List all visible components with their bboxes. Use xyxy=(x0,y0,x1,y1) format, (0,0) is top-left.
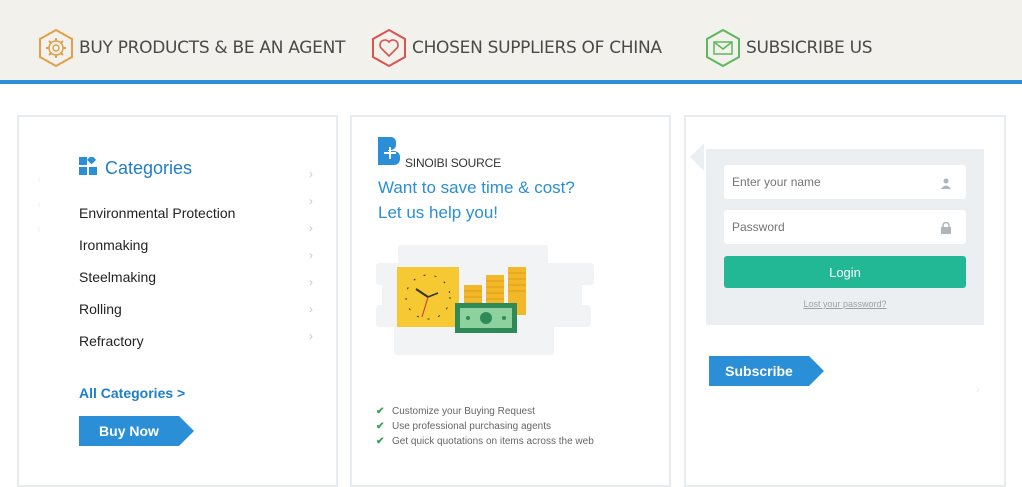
all-categories-link[interactable]: All Categories > xyxy=(79,385,185,401)
sinoibi-logo-icon xyxy=(378,137,400,170)
subscribe-arrow xyxy=(809,356,824,386)
category-label: Environmental Protection xyxy=(79,205,236,221)
ghost-chevron: ‹ xyxy=(37,222,41,236)
feature-list: ✔ Customize your Buying Request ✔ Use prof… xyxy=(376,404,594,449)
category-list: Environmental Protection Ironmaking Stee… xyxy=(79,197,319,357)
feature-text: Customize your Buying Request xyxy=(392,406,535,417)
topbar-buy-products-label: BUY PRODUCTS & BE AN AGENT xyxy=(79,38,346,58)
chevron-right-icon: › xyxy=(309,194,313,208)
categories-panel: ‹ ‹ ‹ Categories Environmental Protectio… xyxy=(17,115,338,487)
subscribe-button[interactable]: Subscribe xyxy=(709,356,809,386)
category-label: Refractory xyxy=(79,333,144,349)
check-icon: ✔ xyxy=(376,406,385,417)
category-label: Steelmaking xyxy=(79,269,157,285)
category-item-steelmaking[interactable]: Steelmaking xyxy=(79,261,319,293)
categories-header: Categories xyxy=(79,155,193,180)
category-item-ironmaking[interactable]: Ironmaking xyxy=(79,229,319,261)
chevron-right-icon: › xyxy=(309,329,313,343)
category-item-rolling[interactable]: Rolling xyxy=(79,293,319,325)
password-input[interactable] xyxy=(724,210,966,244)
chevron-right-icon: › xyxy=(309,275,313,289)
topbar-subscribe-link[interactable]: SUBSICRIBE US xyxy=(704,28,873,68)
topbar-chosen-suppliers-label: CHOSEN SUPPLIERS OF CHINA xyxy=(412,38,662,58)
topbar-chosen-suppliers-link[interactable]: CHOSEN SUPPLIERS OF CHINA xyxy=(370,28,662,68)
user-icon xyxy=(940,176,954,190)
promo-headline: Want to save time & cost? Let us help yo… xyxy=(378,175,638,225)
ghost-chevron: › xyxy=(976,382,980,396)
feature-text: Use professional purchasing agents xyxy=(392,421,551,432)
grid-icon xyxy=(79,155,97,180)
lost-password-link[interactable]: Lost your password? xyxy=(706,299,984,309)
login-box-pointer xyxy=(690,143,704,171)
topbar-subscribe-label: SUBSICRIBE US xyxy=(746,38,873,58)
chevron-right-icon: › xyxy=(309,248,313,262)
category-label: Rolling xyxy=(79,301,122,317)
feature-item: ✔ Customize your Buying Request xyxy=(376,404,594,419)
feature-text: Get quick quotations on items across the… xyxy=(392,436,594,447)
name-input[interactable] xyxy=(724,165,966,199)
ghost-chevron: ‹ xyxy=(37,197,41,211)
check-icon: ✔ xyxy=(376,421,385,432)
topbar-buy-products-link[interactable]: BUY PRODUCTS & BE AN AGENT xyxy=(37,28,345,68)
promo-illustration xyxy=(376,245,596,365)
chevron-right-icon: › xyxy=(309,302,313,316)
lock-icon xyxy=(940,221,954,235)
categories-title: Categories xyxy=(105,158,193,178)
chevron-right-icon: › xyxy=(309,167,313,181)
promo-headline-line-2: Let us help you! xyxy=(378,203,499,222)
heart-icon xyxy=(370,28,408,68)
login-form: Login Lost your password? xyxy=(706,149,984,325)
banknote-icon xyxy=(455,303,517,333)
promo-headline-line-1: Want to save time & cost? xyxy=(378,178,575,197)
brand-name: SINOIBI SOURCE xyxy=(405,156,501,170)
clock-icon xyxy=(397,267,459,327)
brand-logo: SINOIBI SOURCE xyxy=(378,137,501,170)
gear-icon xyxy=(37,28,75,68)
feature-item: ✔ Get quick quotations on items across th… xyxy=(376,434,594,449)
ghost-chevron: ‹ xyxy=(37,172,41,186)
category-item-refractory[interactable]: Refractory xyxy=(79,325,319,357)
chevron-right-icon: › xyxy=(309,221,313,235)
feature-item: ✔ Use professional purchasing agents xyxy=(376,419,594,434)
buy-now-arrow xyxy=(179,416,194,446)
category-item-environmental-protection[interactable]: Environmental Protection xyxy=(79,197,319,229)
top-bar-accent-line xyxy=(0,80,1022,84)
category-label: Ironmaking xyxy=(79,237,149,253)
promo-panel: SINOIBI SOURCE Want to save time & cost?… xyxy=(350,115,671,487)
buy-now-button[interactable]: Buy Now xyxy=(79,416,179,446)
login-button[interactable]: Login xyxy=(724,256,966,288)
envelope-icon xyxy=(704,28,742,68)
login-panel: Login Lost your password? Subscribe › xyxy=(684,115,1006,487)
check-icon: ✔ xyxy=(376,436,385,447)
